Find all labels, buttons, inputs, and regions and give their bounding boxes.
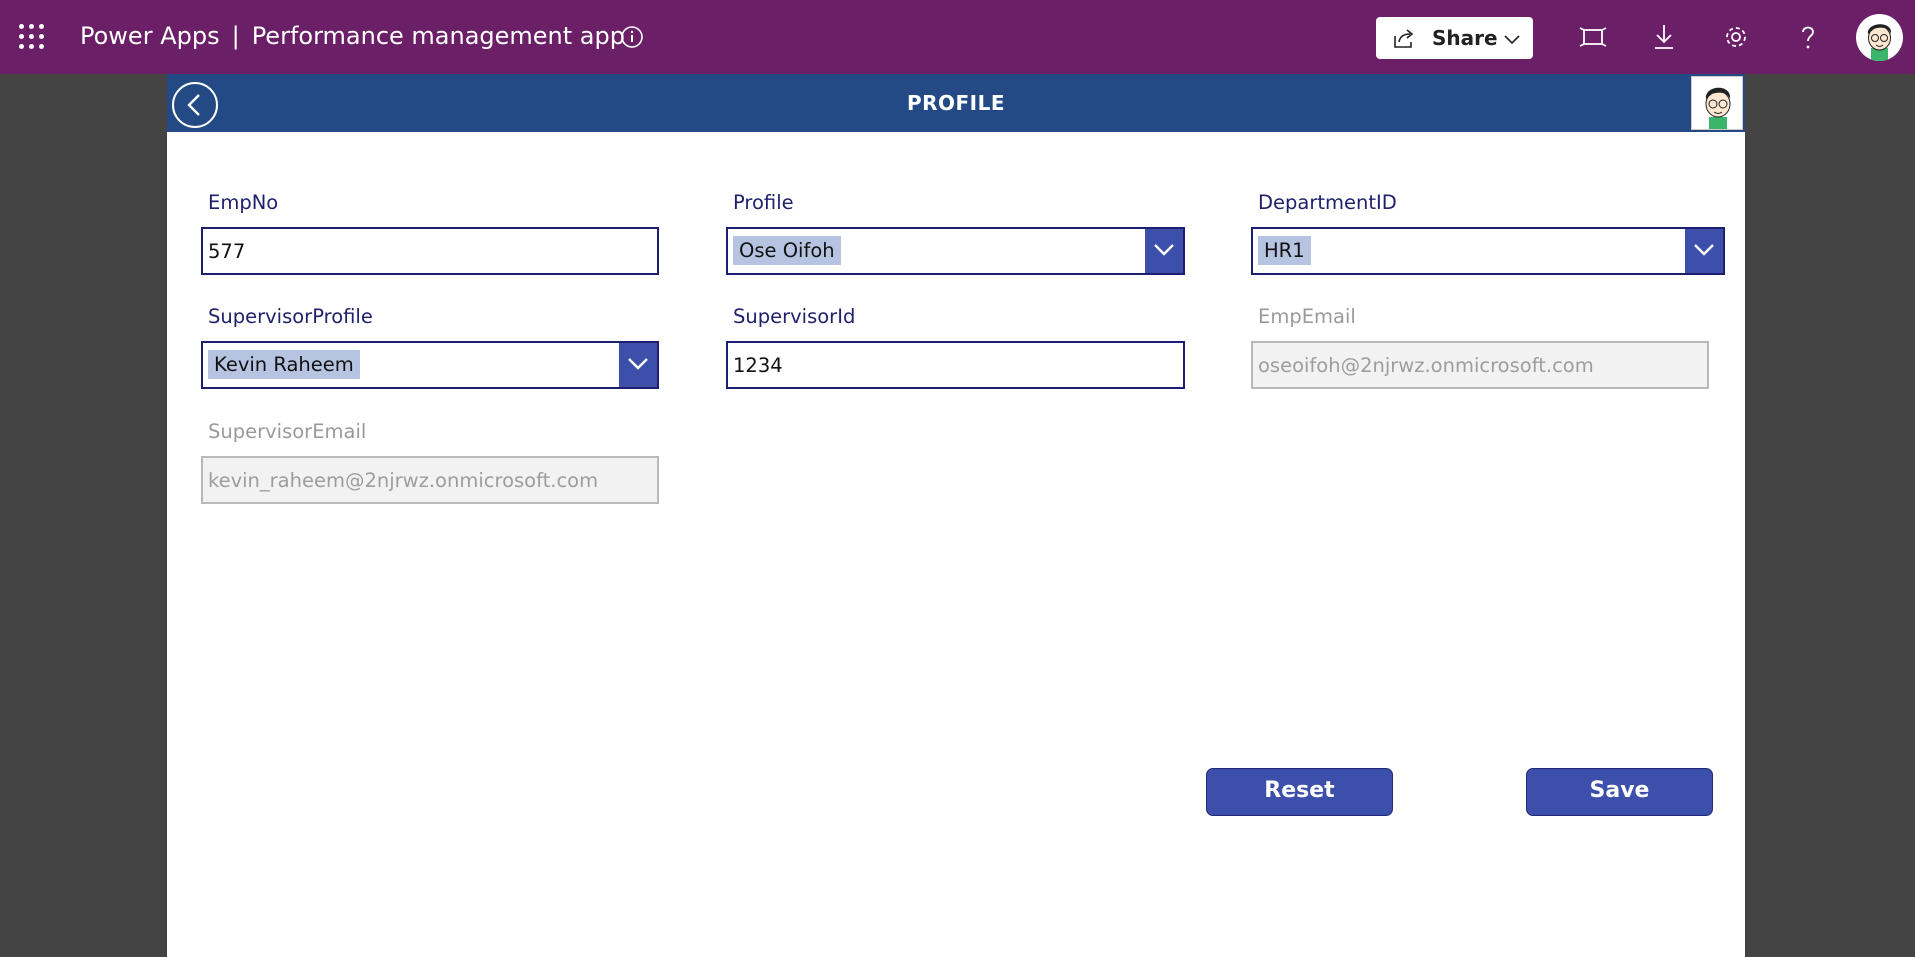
product-name: Power Apps bbox=[80, 22, 220, 50]
supervisor-email-label: SupervisorEmail bbox=[208, 420, 367, 443]
profile-dropdown-button[interactable] bbox=[1145, 229, 1183, 273]
emp-email-value: oseoifoh@2njrwz.onmicrosoft.com bbox=[1258, 354, 1594, 377]
supervisor-profile-value: Kevin Raheem bbox=[208, 350, 360, 379]
share-icon bbox=[1392, 27, 1416, 53]
chevron-down-icon bbox=[1504, 30, 1520, 49]
chevron-down-icon bbox=[1694, 244, 1714, 256]
app-header-bar: PROFILE bbox=[167, 74, 1745, 132]
supervisor-profile-dropdown-button[interactable] bbox=[619, 343, 657, 387]
brand-title: Power Apps | Performance management app bbox=[80, 22, 625, 50]
empno-value: 577 bbox=[208, 240, 246, 263]
supervisor-profile-label: SupervisorProfile bbox=[208, 305, 373, 328]
gear-icon[interactable] bbox=[1721, 22, 1751, 52]
supervisor-email-value: kevin_raheem@2njrwz.onmicrosoft.com bbox=[208, 469, 599, 492]
app-name: Performance management app bbox=[251, 22, 625, 50]
chevron-down-icon bbox=[628, 358, 648, 370]
download-icon[interactable] bbox=[1649, 22, 1679, 52]
share-label: Share bbox=[1432, 26, 1498, 50]
avatar[interactable] bbox=[1856, 14, 1903, 61]
profile-value: Ose Oifoh bbox=[733, 236, 841, 265]
profile-dropdown[interactable]: Ose Oifoh bbox=[726, 227, 1185, 275]
department-id-label: DepartmentID bbox=[1258, 191, 1397, 214]
page-title: PROFILE bbox=[906, 91, 1006, 115]
user-avatar[interactable] bbox=[1691, 76, 1743, 130]
department-id-dropdown[interactable]: HR1 bbox=[1251, 227, 1725, 275]
reset-button[interactable]: Reset bbox=[1206, 768, 1393, 816]
fit-to-screen-icon[interactable] bbox=[1578, 22, 1608, 52]
department-id-value: HR1 bbox=[1258, 236, 1311, 265]
share-button[interactable]: Share bbox=[1376, 17, 1533, 59]
save-button[interactable]: Save bbox=[1526, 768, 1713, 816]
department-id-dropdown-button[interactable] bbox=[1685, 229, 1723, 273]
empno-label: EmpNo bbox=[208, 191, 279, 214]
supervisor-email-field: kevin_raheem@2njrwz.onmicrosoft.com bbox=[201, 456, 659, 504]
app-canvas: PROFILE EmpNo 577 Profile Ose Oifoh Depa… bbox=[167, 74, 1745, 957]
info-icon[interactable] bbox=[620, 25, 644, 49]
emp-email-label: EmpEmail bbox=[1258, 305, 1356, 328]
empno-input[interactable]: 577 bbox=[201, 227, 659, 275]
profile-label: Profile bbox=[733, 191, 794, 214]
supervisor-id-label: SupervisorId bbox=[733, 305, 856, 328]
supervisor-id-value: 1234 bbox=[733, 354, 783, 377]
supervisor-id-input[interactable]: 1234 bbox=[726, 341, 1185, 389]
top-header-bar: Power Apps | Performance management app Sh… bbox=[0, 0, 1915, 74]
help-icon[interactable] bbox=[1793, 22, 1823, 52]
emp-email-field: oseoifoh@2njrwz.onmicrosoft.com bbox=[1251, 341, 1709, 389]
chevron-down-icon bbox=[1154, 244, 1174, 256]
waffle-icon[interactable] bbox=[19, 24, 45, 50]
title-separator: | bbox=[231, 22, 240, 50]
supervisor-profile-dropdown[interactable]: Kevin Raheem bbox=[201, 341, 659, 389]
